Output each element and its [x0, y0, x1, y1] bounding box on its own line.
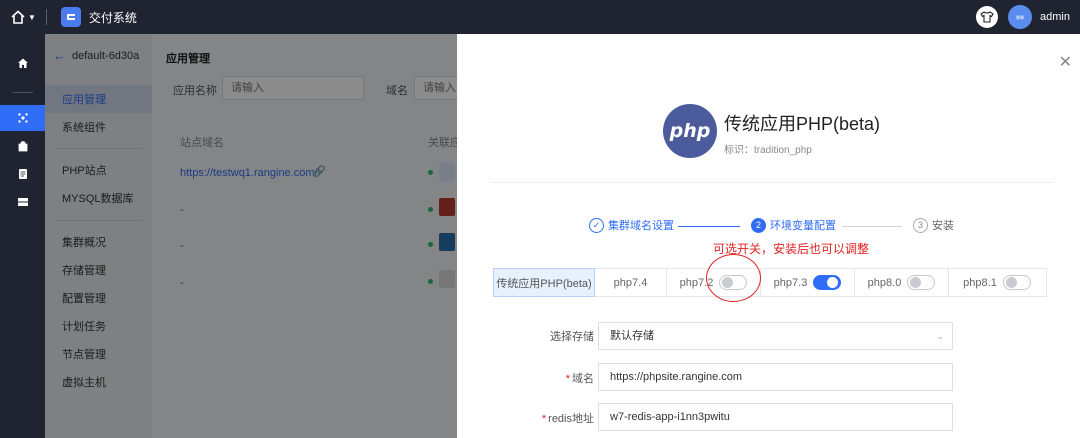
avatar[interactable]: 微擎 — [1008, 5, 1033, 29]
tab-label: php8.1 — [963, 276, 997, 289]
tab-php73[interactable]: php7.3 — [761, 269, 855, 296]
required-asterisk: * — [565, 373, 570, 385]
php-version-tabs: 传统应用PHP(beta) php7.4 php7.2 php7.3 php8.… — [493, 268, 1047, 297]
step-install: 3 安装 — [913, 217, 954, 233]
check-icon: ✓ — [589, 217, 604, 233]
tab-php81[interactable]: php8.1 — [949, 269, 1045, 296]
rail-bag[interactable] — [0, 133, 45, 159]
storage-label-text: 选择存储 — [550, 331, 594, 343]
home-icon — [11, 10, 25, 24]
php-logo-icon: php — [663, 104, 717, 158]
redis-label-text: redis地址 — [548, 413, 594, 425]
rail-home[interactable] — [0, 50, 45, 76]
step-label: 集群域名设置 — [608, 220, 674, 232]
chevron-down-icon: ⌄ — [936, 331, 944, 341]
home-menu-button[interactable]: ▼ — [10, 9, 36, 25]
tab-label: php7.3 — [773, 276, 808, 289]
annotation-circle — [706, 254, 761, 302]
app-logo-icon — [60, 7, 81, 27]
avatar-text: 微擎 — [1016, 14, 1025, 20]
toggle-knob — [1005, 277, 1017, 288]
php-logo-text: php — [669, 120, 711, 142]
app-title: 交付系统 — [88, 10, 137, 25]
home-icon — [17, 58, 28, 68]
tab-label: php8.0 — [867, 276, 902, 289]
step-env-config: 2 环境变量配置 — [751, 217, 836, 233]
step-connector — [678, 226, 740, 227]
rail-cluster[interactable] — [0, 105, 45, 131]
required-asterisk: * — [541, 413, 547, 425]
storage-label: 选择存储 — [550, 328, 594, 344]
storage-select[interactable]: 默认存储 ⌄ — [598, 322, 953, 350]
rail-server[interactable] — [0, 189, 45, 215]
theme-shirt-icon[interactable] — [976, 6, 999, 28]
step-label: 安装 — [932, 220, 954, 232]
document-icon — [18, 169, 27, 179]
toggle-knob — [910, 277, 922, 288]
bag-icon — [18, 141, 27, 152]
tab-tradition-php[interactable]: 传统应用PHP(beta) — [493, 268, 595, 297]
server-icon — [17, 198, 28, 206]
app-identifier: 标识：tradition_php — [724, 145, 812, 156]
step-connector — [842, 226, 902, 227]
redis-address-field[interactable]: w7-redis-app-i1nn3pwitu — [598, 403, 953, 431]
divider — [490, 182, 1054, 183]
close-icon[interactable]: ✕ — [1059, 52, 1072, 72]
chevron-down-icon: ▼ — [28, 12, 36, 22]
divider — [12, 92, 33, 93]
username[interactable]: admin — [1040, 11, 1070, 23]
storage-value: 默认存储 — [610, 330, 654, 342]
step-label: 环境变量配置 — [770, 220, 836, 232]
php80-toggle[interactable] — [907, 275, 936, 290]
install-drawer: ✕ php 传统应用PHP(beta) 标识：tradition_php ✓ 集… — [457, 34, 1080, 438]
step-indicator: ✓ 集群域名设置 2 环境变量配置 3 安装 — [457, 217, 1080, 237]
icon-rail — [0, 34, 45, 438]
divider — [45, 9, 47, 25]
php81-toggle[interactable] — [1002, 275, 1031, 290]
rail-document[interactable] — [0, 161, 45, 187]
tab-php80[interactable]: php8.0 — [855, 269, 949, 296]
step-number: 3 — [913, 217, 928, 233]
domain-label-text: 域名 — [572, 373, 594, 385]
domain-value: https://phpsite.rangine.com — [610, 371, 743, 383]
app-name: 传统应用PHP(beta) — [724, 114, 881, 134]
toggle-knob — [827, 277, 839, 288]
redis-value: w7-redis-app-i1nn3pwitu — [610, 411, 730, 423]
domain-label: * 域名 — [566, 370, 594, 386]
domain-field[interactable]: https://phpsite.rangine.com — [598, 363, 953, 391]
step-number: 2 — [751, 217, 766, 233]
tab-label: php7.4 — [613, 276, 648, 289]
php73-toggle[interactable] — [813, 275, 842, 290]
redis-label: * redis地址 — [542, 410, 594, 426]
step-domain-setup: ✓ 集群域名设置 — [589, 217, 674, 233]
tab-label: 传统应用PHP(beta) — [496, 277, 592, 290]
modal-mask[interactable] — [45, 34, 457, 438]
top-bar: ▼ 交付系统 微擎 admin — [0, 0, 1080, 34]
tab-php74[interactable]: php7.4 — [595, 269, 667, 296]
cluster-icon — [17, 113, 28, 123]
